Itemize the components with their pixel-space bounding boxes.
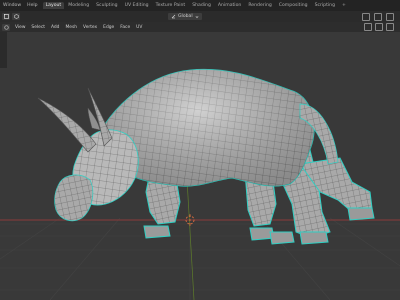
menu-add[interactable]: Add xyxy=(48,25,63,30)
mesh-hoof-1 xyxy=(143,225,171,239)
solid-shading-icon[interactable] xyxy=(386,23,394,31)
menu-view[interactable]: View xyxy=(12,25,28,30)
snap-icon[interactable] xyxy=(374,12,382,21)
menu-window[interactable]: Window xyxy=(0,3,24,8)
grid-floor xyxy=(0,217,400,300)
menu-face[interactable]: Face xyxy=(117,25,133,30)
orientation-label: Global xyxy=(178,14,193,19)
object-type-button[interactable] xyxy=(12,13,20,20)
mode-selector[interactable] xyxy=(2,13,10,20)
tab-sculpting[interactable]: Sculpting xyxy=(93,2,120,9)
tab-compositing[interactable]: Compositing xyxy=(276,2,311,9)
tab-rendering[interactable]: Rendering xyxy=(245,2,274,9)
mesh-hoof-4 xyxy=(299,231,329,245)
orientation-icon xyxy=(171,14,176,19)
header-tools xyxy=(362,12,394,21)
cube-icon xyxy=(13,14,19,19)
tab-layout[interactable]: Layout xyxy=(42,2,65,9)
menu-select[interactable]: Select xyxy=(28,25,48,30)
tab-shading[interactable]: Shading xyxy=(189,2,214,9)
mesh-object[interactable] xyxy=(37,68,375,245)
menu-help[interactable]: Help xyxy=(24,3,40,8)
shading-controls xyxy=(364,23,394,31)
editor-type-button[interactable] xyxy=(2,23,10,31)
add-workspace-button[interactable]: + xyxy=(339,3,349,8)
edit-mode-icon xyxy=(3,14,9,19)
mesh-hoof-3 xyxy=(269,231,295,245)
proportional-icon[interactable] xyxy=(386,12,394,21)
viewport-menu-bar: View Select Add Mesh Vertex Edge Face UV xyxy=(0,22,400,32)
mesh-hoof-5 xyxy=(347,207,375,221)
pivot-icon[interactable] xyxy=(362,12,370,21)
mesh-horn-left xyxy=(37,97,97,153)
tab-animation[interactable]: Animation xyxy=(215,2,244,9)
workspace-tabs: Layout Modeling Sculpting UV Editing Tex… xyxy=(42,2,339,9)
mesh-snout xyxy=(54,174,94,222)
viewport-header: Global xyxy=(0,11,400,22)
menu-edge[interactable]: Edge xyxy=(100,25,117,30)
menu-vertex[interactable]: Vertex xyxy=(80,25,100,30)
3d-viewport[interactable] xyxy=(0,32,400,300)
viewport-icon xyxy=(3,24,9,30)
viewport-canvas xyxy=(0,68,400,300)
overlay-icon[interactable] xyxy=(364,23,372,31)
top-bar: Window Help Layout Modeling Sculpting UV… xyxy=(0,0,400,11)
menu-mesh[interactable]: Mesh xyxy=(62,25,80,30)
transform-orientation-dropdown[interactable]: Global xyxy=(168,13,202,20)
tab-modeling[interactable]: Modeling xyxy=(65,2,92,9)
tab-scripting[interactable]: Scripting xyxy=(312,2,338,9)
chevron-down-icon xyxy=(195,15,199,18)
tab-texture-paint[interactable]: Texture Paint xyxy=(153,2,189,9)
tab-uv-editing[interactable]: UV Editing xyxy=(122,2,152,9)
menu-uv[interactable]: UV xyxy=(133,25,145,30)
xray-icon[interactable] xyxy=(375,23,383,31)
